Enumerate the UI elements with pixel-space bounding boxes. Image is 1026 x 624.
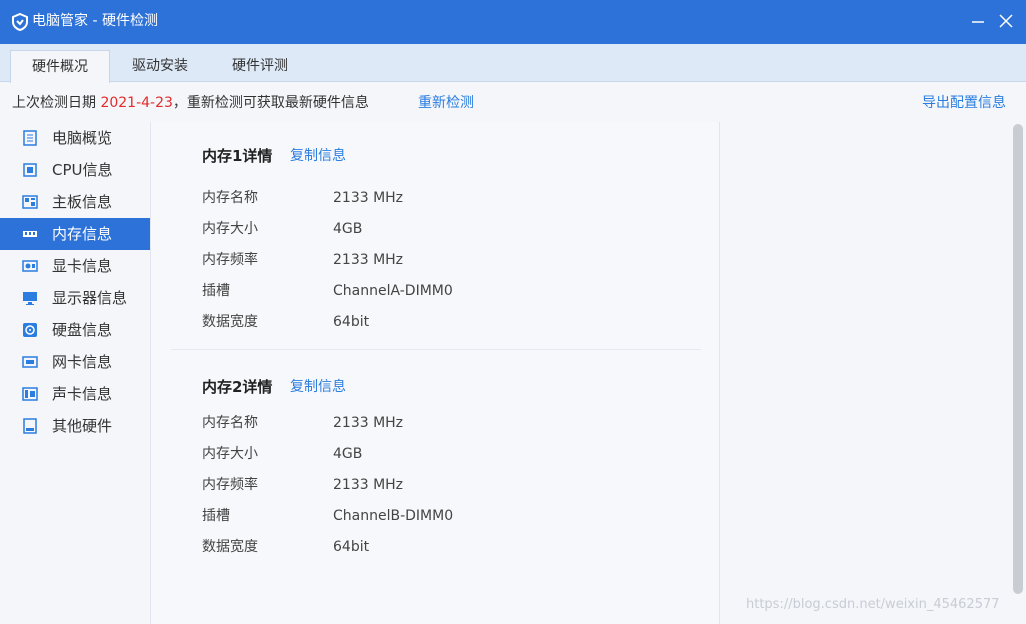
memory-1-copy-button[interactable]: 复制信息 xyxy=(290,146,346,166)
other-hardware-icon xyxy=(23,418,37,434)
last-check-suffix: ，重新检测可获取最新硬件信息 xyxy=(172,95,369,111)
sidebar-item-label: 其他硬件 xyxy=(52,417,113,435)
sidebar-item-label: 主板信息 xyxy=(52,193,113,211)
sidebar-item-cpu[interactable]: CPU信息 xyxy=(0,154,150,186)
memory-1-title: 内存1详情 xyxy=(202,147,273,165)
tab-hardware-overview[interactable]: 硬件概况 xyxy=(10,50,110,83)
disk-icon xyxy=(23,323,37,337)
memory-1-width-value: 64bit xyxy=(333,314,370,330)
memory-2-copy-button[interactable]: 复制信息 xyxy=(290,377,346,397)
pc-manager-shield-icon xyxy=(12,12,28,32)
memory-1-name-value: 2133 MHz xyxy=(333,190,404,206)
sidebar-item-other-hardware[interactable]: 其他硬件 xyxy=(0,410,150,442)
window-title: 电脑管家 - 硬件检测 xyxy=(32,13,158,29)
memory-2-width-value: 64bit xyxy=(333,539,370,555)
last-check-date: 2021-4-23 xyxy=(100,95,173,111)
memory-2-slot-value: ChannelB-DIMM0 xyxy=(333,508,454,524)
sidebar-item-label: 电脑概览 xyxy=(52,129,113,147)
memory-1-name-label: 内存名称 xyxy=(202,190,258,206)
sidebar-item-network-card[interactable]: 网卡信息 xyxy=(0,346,150,378)
sidebar-item-label: CPU信息 xyxy=(52,161,113,179)
overview-icon xyxy=(23,130,37,146)
sidebar-item-label: 显示器信息 xyxy=(52,289,128,307)
sidebar-item-disk[interactable]: 硬盘信息 xyxy=(0,314,150,346)
graphics-card-icon xyxy=(22,260,38,272)
memory-2-size-value: 4GB xyxy=(333,446,363,462)
sidebar-item-sound-card[interactable]: 声卡信息 xyxy=(0,378,150,410)
title-bar: 电脑管家 - 硬件检测 xyxy=(0,0,1026,44)
sidebar-item-label: 显卡信息 xyxy=(52,257,113,275)
watermark: https://blog.csdn.net/weixin_45462577 xyxy=(746,597,1000,612)
memory-1-size-value: 4GB xyxy=(333,221,363,237)
memory-icon xyxy=(23,231,37,237)
memory-2-name-label: 内存名称 xyxy=(202,415,258,431)
memory-1-slot-label: 插槽 xyxy=(202,283,230,299)
memory-2-name-value: 2133 MHz xyxy=(333,415,404,431)
monitor-icon xyxy=(23,292,37,305)
tab-bar: 硬件概况 驱动安装 硬件评测 xyxy=(0,44,1026,83)
last-check-prefix: 上次检测日期 xyxy=(12,95,101,111)
network-card-icon xyxy=(22,356,38,368)
info-bar: 上次检测日期 2021-4-23，重新检测可获取最新硬件信息 重新检测 导出配置… xyxy=(0,82,1026,122)
memory-2-title: 内存2详情 xyxy=(202,378,273,396)
sidebar-item-label: 硬盘信息 xyxy=(52,321,113,339)
cpu-icon xyxy=(23,163,37,177)
tab-driver-install[interactable]: 驱动安装 xyxy=(110,50,210,82)
section-divider xyxy=(171,349,701,350)
right-panel xyxy=(719,122,1009,624)
export-config-link[interactable]: 导出配置信息 xyxy=(922,94,1006,112)
sound-card-icon xyxy=(22,387,38,401)
memory-details-panel: 内存1详情 复制信息 内存名称 2133 MHz 内存大小 4GB 内存频率 2… xyxy=(151,122,719,624)
sidebar-item-overview[interactable]: 电脑概览 xyxy=(0,122,150,154)
memory-1-frequency-value: 2133 MHz xyxy=(333,252,404,268)
minimize-icon[interactable] xyxy=(966,9,990,33)
memory-2-slot-label: 插槽 xyxy=(202,508,230,524)
memory-1-frequency-label: 内存频率 xyxy=(202,252,258,268)
motherboard-icon xyxy=(22,195,38,209)
sidebar-item-label: 内存信息 xyxy=(52,225,113,243)
memory-2-size-label: 内存大小 xyxy=(202,446,258,462)
tab-hardware-benchmark[interactable]: 硬件评测 xyxy=(210,50,310,82)
sidebar-item-motherboard[interactable]: 主板信息 xyxy=(0,186,150,218)
last-check-info: 上次检测日期 2021-4-23，重新检测可获取最新硬件信息 xyxy=(12,94,369,112)
sidebar-item-label: 声卡信息 xyxy=(52,385,113,403)
sidebar-item-graphics-card[interactable]: 显卡信息 xyxy=(0,250,150,282)
recheck-link[interactable]: 重新检测 xyxy=(418,94,474,112)
memory-2-frequency-label: 内存频率 xyxy=(202,477,258,493)
memory-1-width-label: 数据宽度 xyxy=(202,314,258,330)
scrollbar[interactable] xyxy=(1010,122,1026,624)
memory-1-slot-value: ChannelA-DIMM0 xyxy=(333,283,453,299)
memory-2-frequency-value: 2133 MHz xyxy=(333,477,404,493)
memory-2-width-label: 数据宽度 xyxy=(202,539,258,555)
close-icon[interactable] xyxy=(994,9,1018,33)
memory-1-size-label: 内存大小 xyxy=(202,221,258,237)
sidebar-item-label: 网卡信息 xyxy=(52,353,113,371)
scrollbar-thumb[interactable] xyxy=(1013,124,1023,594)
sidebar-item-monitor[interactable]: 显示器信息 xyxy=(0,282,150,314)
sidebar-item-memory[interactable]: 内存信息 xyxy=(0,218,150,250)
sidebar: 电脑概览 CPU信息 主板信息 内存信息 显卡信息 显示器信息 硬盘信息 网卡信… xyxy=(0,122,151,624)
